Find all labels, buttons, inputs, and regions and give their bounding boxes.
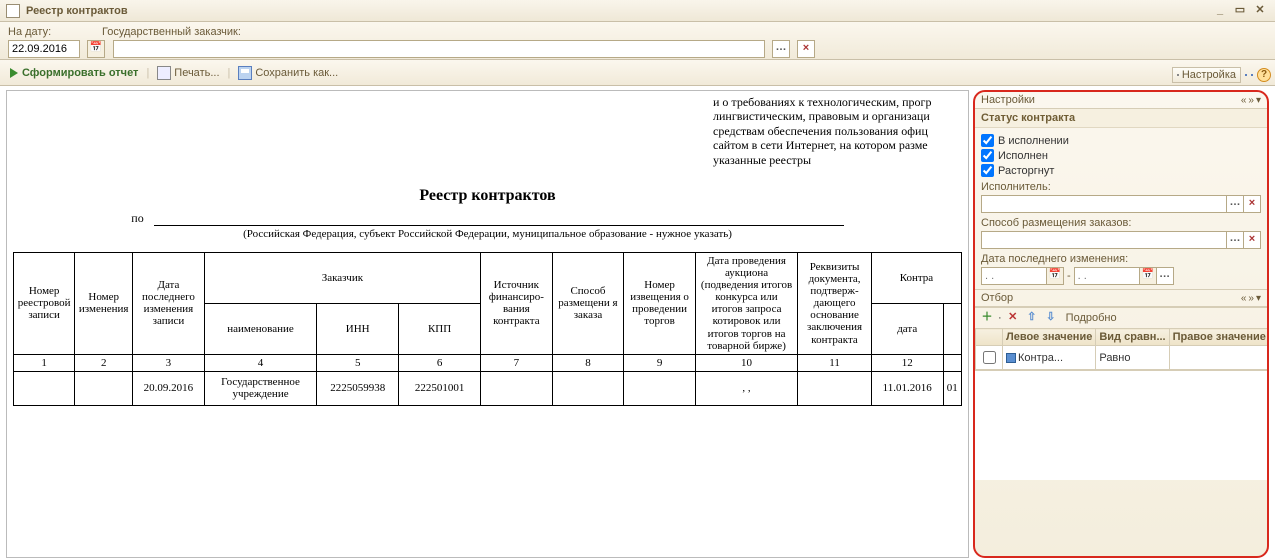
calendar-to-icon[interactable]: 📅 [1139,267,1157,285]
date-more-button[interactable]: … [1156,267,1174,285]
status-checkbox-3[interactable] [981,164,994,177]
settings-icon [1177,74,1179,76]
toolbar: Сформировать отчет | Печать... | Сохрани… [0,60,1275,86]
app-icon [6,4,20,18]
choose-button[interactable]: … [772,40,790,58]
date-label: На дату: [8,26,94,38]
date-to-input[interactable] [1074,267,1140,285]
lastchange-label: Дата последнего изменения: [981,253,1261,265]
status-checkbox-2[interactable] [981,149,994,162]
table-row: 20.09.2016 Государственное учреждение 22… [14,371,962,405]
filter-blank-area [975,370,1267,480]
close-button[interactable]: ✕ [1251,4,1269,18]
date-from-input[interactable] [981,267,1047,285]
filter-add-button[interactable]: ＋ [979,310,995,326]
doc-subtitle: (Российская Федерация, субъект Российско… [13,228,962,240]
filter-collapse-left-icon[interactable]: « [1241,293,1247,304]
clear-button[interactable]: × [797,40,815,58]
executor-label: Исполнитель: [981,181,1261,193]
filter-grid: Левое значение Вид сравн... Правое значе… [975,328,1269,370]
filter-panel-header: Отбор « » ▾ [975,289,1267,307]
filter-down-button[interactable]: ⇩ [1043,310,1059,326]
filter-more-button[interactable]: Подробно [1062,312,1121,324]
settings-button[interactable]: Настройка [1172,67,1241,83]
table-icon[interactable] [1245,74,1247,76]
registry-table: Номер реестровой записи Номер изменения … [13,252,962,406]
customer-label: Государственный заказчик: [102,26,241,38]
executor-clear-button[interactable]: × [1243,195,1261,213]
executor-input[interactable] [981,195,1227,213]
filter-up-button[interactable]: ⇧ [1024,310,1040,326]
collapse-right-icon[interactable]: » [1248,95,1254,106]
print-button[interactable]: Печать... [153,64,223,82]
play-icon [10,68,18,78]
save-as-button[interactable]: Сохранить как... [234,64,342,82]
main-area: и о требованиях к технологическим, прогр… [0,88,1275,558]
right-toolbar: Настройка ? [1172,62,1271,88]
settings-panel-header: Настройки « » ▾ [975,92,1267,109]
doc-icon[interactable] [1251,74,1253,76]
filter-toolbar: ＋ · ✕ ⇧ ⇩ Подробно [975,307,1267,328]
doc-underline [154,211,844,226]
doc-title: Реестр контрактов [13,187,962,205]
filter-delete-button[interactable]: ✕ [1005,310,1021,326]
window-title: Реестр контрактов [26,5,1209,17]
field-icon [1006,353,1016,363]
filter-chevron-down-icon[interactable]: ▾ [1256,293,1261,304]
minimize-button[interactable]: _ [1211,4,1229,18]
calendar-icon[interactable]: 📅 [87,40,105,58]
customer-input[interactable] [113,40,765,58]
method-input[interactable] [981,231,1227,249]
title-bar: Реестр контрактов _ ▭ ✕ [0,0,1275,22]
doc-preamble: и о требованиях к технологическим, прогр… [713,95,962,167]
maximize-button[interactable]: ▭ [1231,4,1249,18]
status-checkbox-1[interactable] [981,134,994,147]
executor-choose-button[interactable]: … [1226,195,1244,213]
method-choose-button[interactable]: … [1226,231,1244,249]
chevron-down-icon[interactable]: ▾ [1256,95,1261,106]
doc-line-label: по [131,211,147,226]
print-icon [157,66,171,80]
header-form: На дату: Государственный заказчик: 📅 … × [0,22,1275,60]
calendar-from-icon[interactable]: 📅 [1046,267,1064,285]
save-icon [238,66,252,80]
status-section-title: Статус контракта [975,109,1267,128]
collapse-left-icon[interactable]: « [1241,95,1247,106]
filter-row[interactable]: Контра... Равно [976,346,1270,370]
generate-report-button[interactable]: Сформировать отчет [6,65,142,81]
document-pane: и о требованиях к технологическим, прогр… [6,90,969,558]
filter-collapse-right-icon[interactable]: » [1248,293,1254,304]
filter-row-checkbox[interactable] [983,351,996,364]
help-icon[interactable]: ? [1257,68,1271,82]
date-input[interactable] [8,40,80,58]
settings-panel: Настройки « » ▾ Статус контракта В испол… [973,90,1269,558]
method-label: Способ размещения заказов: [981,217,1261,229]
method-clear-button[interactable]: × [1243,231,1261,249]
